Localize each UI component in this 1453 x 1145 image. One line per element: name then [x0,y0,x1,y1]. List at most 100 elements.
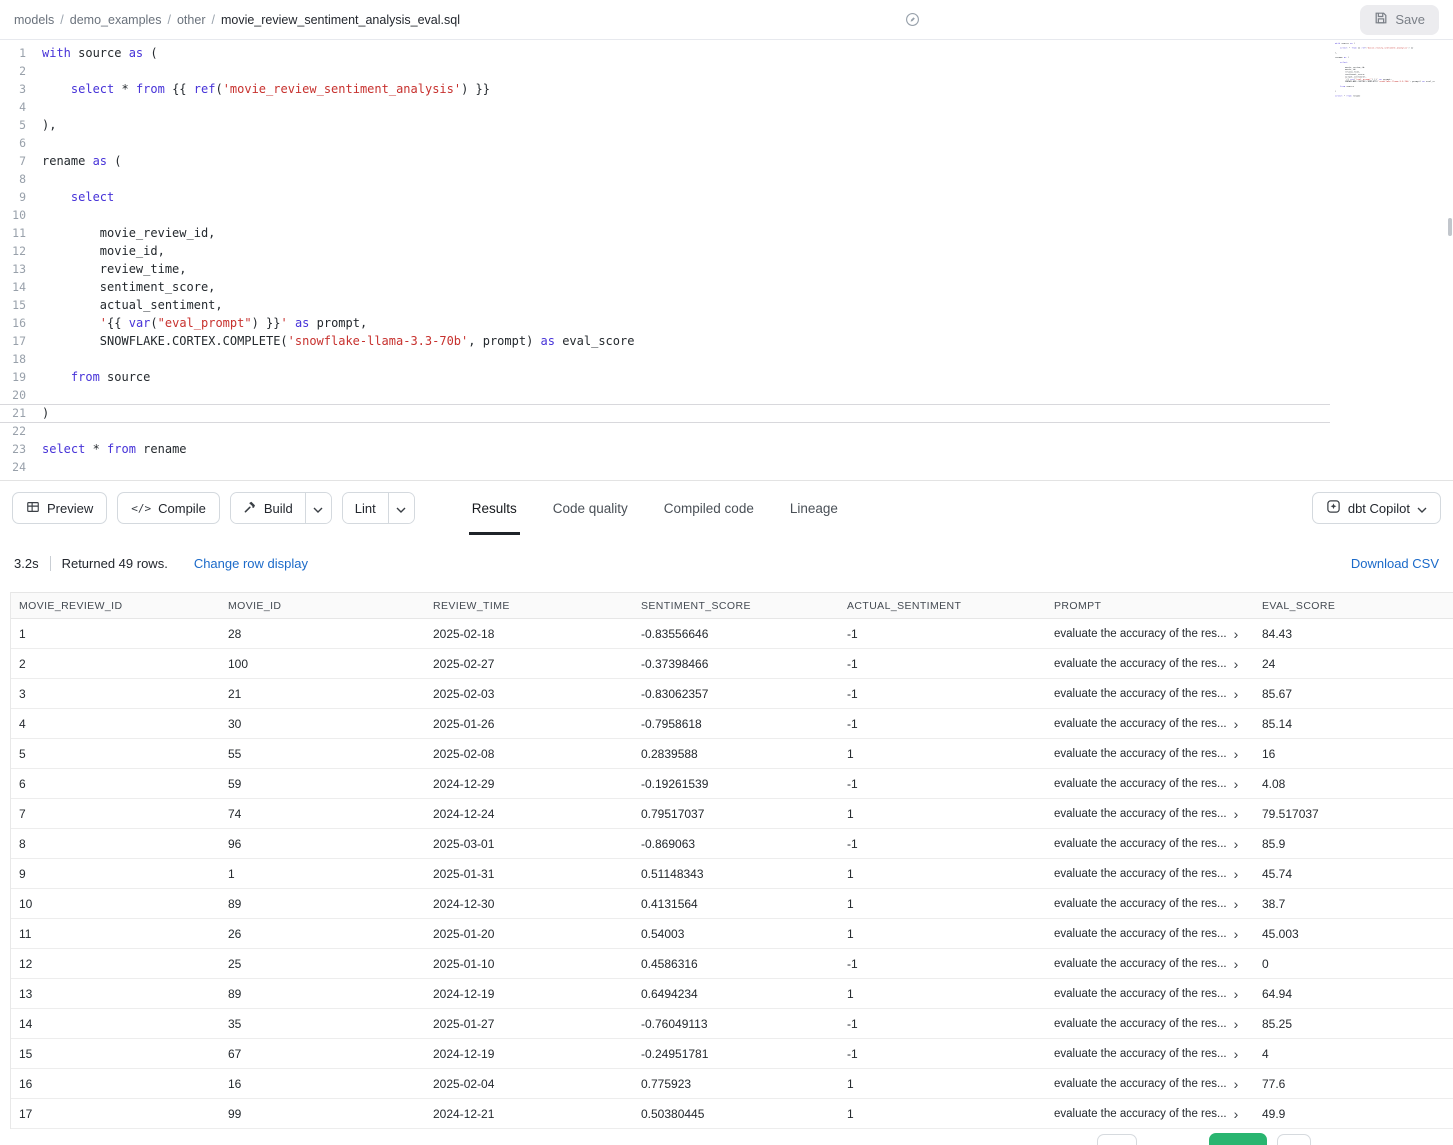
table-cell: 1 [228,867,433,881]
table-row[interactable]: 1282025-02-18-0.83556646-1evaluate the a… [11,619,1453,649]
table-row[interactable]: 8962025-03-01-0.869063-1evaluate the acc… [11,829,1453,859]
table-row[interactable]: 10892024-12-300.41315641evaluate the acc… [11,889,1453,919]
table-row[interactable]: 4302025-01-26-0.7958618-1evaluate the ac… [11,709,1453,739]
preview-button[interactable]: Preview [12,492,107,524]
code-line[interactable]: 10 [0,206,1453,224]
code-line[interactable]: 9 select [0,188,1453,206]
editor-scrollbar-thumb[interactable] [1448,218,1452,236]
table-cell: 0.2839588 [641,747,847,761]
code-line[interactable]: 15 actual_sentiment, [0,296,1453,314]
save-button[interactable]: Save [1360,5,1439,35]
table-row[interactable]: 12252025-01-100.4586316-1evaluate the ac… [11,949,1453,979]
code-line[interactable]: 1with source as ( [0,44,1453,62]
change-row-display-link[interactable]: Change row display [194,556,308,571]
partial-bottom-button[interactable] [1277,1134,1311,1145]
code-line[interactable]: 13 review_time, [0,260,1453,278]
code-line[interactable]: 17 SNOWFLAKE.CORTEX.COMPLETE('snowflake-… [0,332,1453,350]
tab-lineage[interactable]: Lineage [787,481,841,535]
compile-button[interactable]: </> Compile [117,492,220,524]
tab-code-quality[interactable]: Code quality [550,481,631,535]
table-row[interactable]: 912025-01-310.511483431evaluate the accu… [11,859,1453,889]
table-row[interactable]: 7742024-12-240.795170371evaluate the acc… [11,799,1453,829]
tab-compiled-code[interactable]: Compiled code [661,481,757,535]
line-number: 19 [0,368,42,386]
table-cell: 0.4131564 [641,897,847,911]
table-row[interactable]: 13892024-12-190.64942341evaluate the acc… [11,979,1453,1009]
partial-green-button[interactable] [1209,1133,1267,1145]
column-header-prompt[interactable]: PROMPT [1054,600,1262,612]
table-row[interactable]: 11262025-01-200.540031evaluate the accur… [11,919,1453,949]
table-row[interactable]: 16162025-02-040.7759231evaluate the accu… [11,1069,1453,1099]
table-row[interactable]: 14352025-01-27-0.76049113-1evaluate the … [11,1009,1453,1039]
partial-bottom-button[interactable] [1097,1134,1137,1145]
dbt-copilot-button[interactable]: dbt Copilot [1312,492,1441,524]
table-row[interactable]: 5552025-02-080.28395881evaluate the accu… [11,739,1453,769]
column-header-movie_review_id[interactable]: MOVIE_REVIEW_ID [19,600,228,612]
expand-prompt-icon[interactable]: › [1234,1077,1239,1091]
expand-prompt-icon[interactable]: › [1234,987,1239,1001]
tab-results[interactable]: Results [469,481,520,535]
sql-code-editor[interactable]: 1with source as (23 select * from {{ ref… [0,40,1453,481]
code-line[interactable]: 21) [0,404,1453,422]
expand-prompt-icon[interactable]: › [1234,897,1239,911]
expand-prompt-icon[interactable]: › [1234,657,1239,671]
prompt-cell: evaluate the accuracy of the res...› [1054,747,1262,761]
code-line[interactable]: 14 sentiment_score, [0,278,1453,296]
expand-prompt-icon[interactable]: › [1234,837,1239,851]
prompt-cell: evaluate the accuracy of the res...› [1054,837,1262,851]
code-line[interactable]: 3 select * from {{ ref('movie_review_sen… [0,80,1453,98]
table-cell: -1 [847,657,1054,671]
code-line[interactable]: 4 [0,98,1453,116]
breadcrumb-segment[interactable]: models [14,13,54,27]
column-header-review_time[interactable]: REVIEW_TIME [433,600,641,612]
code-line[interactable]: 18 [0,350,1453,368]
expand-prompt-icon[interactable]: › [1234,1107,1239,1121]
expand-prompt-icon[interactable]: › [1234,1017,1239,1031]
build-dropdown-button[interactable] [305,493,331,523]
code-line[interactable]: 22 [0,422,1453,440]
code-line[interactable]: 12 movie_id, [0,242,1453,260]
code-line[interactable]: 19 from source [0,368,1453,386]
code-line[interactable]: 16 '{{ var("eval_prompt") }}' as prompt, [0,314,1453,332]
code-line[interactable]: 24 [0,458,1453,476]
expand-prompt-icon[interactable]: › [1234,927,1239,941]
expand-prompt-icon[interactable]: › [1234,777,1239,791]
code-line[interactable]: 5), [0,116,1453,134]
code-line[interactable]: 6 [0,134,1453,152]
prompt-preview-text: evaluate the accuracy of the res... [1054,1018,1227,1030]
column-header-movie_id[interactable]: MOVIE_ID [228,600,433,612]
eval-score-cell: 45.003 [1262,927,1453,941]
code-line[interactable]: 7rename as ( [0,152,1453,170]
expand-prompt-icon[interactable]: › [1234,627,1239,641]
breadcrumb-segment[interactable]: demo_examples [70,13,162,27]
expand-prompt-icon[interactable]: › [1234,957,1239,971]
eval-score-cell: 77.6 [1262,1077,1453,1091]
table-row[interactable]: 15672024-12-19-0.24951781-1evaluate the … [11,1039,1453,1069]
expand-prompt-icon[interactable]: › [1234,867,1239,881]
table-row[interactable]: 17992024-12-210.503804451evaluate the ac… [11,1099,1453,1129]
column-header-sentiment_score[interactable]: SENTIMENT_SCORE [641,600,847,612]
expand-prompt-icon[interactable]: › [1234,1047,1239,1061]
column-header-eval_score[interactable]: EVAL_SCORE [1262,600,1453,612]
breadcrumb-current-file[interactable]: movie_review_sentiment_analysis_eval.sql [221,13,460,27]
expand-prompt-icon[interactable]: › [1234,807,1239,821]
table-row[interactable]: 21002025-02-27-0.37398466-1evaluate the … [11,649,1453,679]
table-row[interactable]: 3212025-02-03-0.83062357-1evaluate the a… [11,679,1453,709]
code-line[interactable]: 11 movie_review_id, [0,224,1453,242]
table-row[interactable]: 6592024-12-29-0.19261539-1evaluate the a… [11,769,1453,799]
code-line[interactable]: 20 [0,386,1453,404]
table-cell: 2024-12-30 [433,897,641,911]
lint-dropdown-button[interactable] [388,493,414,523]
code-line[interactable]: 8 [0,170,1453,188]
code-line[interactable]: 23select * from rename [0,440,1453,458]
breadcrumb-segment[interactable]: other [177,13,206,27]
column-header-actual_sentiment[interactable]: ACTUAL_SENTIMENT [847,600,1054,612]
build-button[interactable]: Build [231,493,305,523]
lint-button[interactable]: Lint [343,493,388,523]
expand-prompt-icon[interactable]: › [1234,687,1239,701]
download-csv-link[interactable]: Download CSV [1351,556,1439,571]
expand-prompt-icon[interactable]: › [1234,747,1239,761]
code-line[interactable]: 2 [0,62,1453,80]
expand-prompt-icon[interactable]: › [1234,717,1239,731]
table-cell: 99 [228,1107,433,1121]
